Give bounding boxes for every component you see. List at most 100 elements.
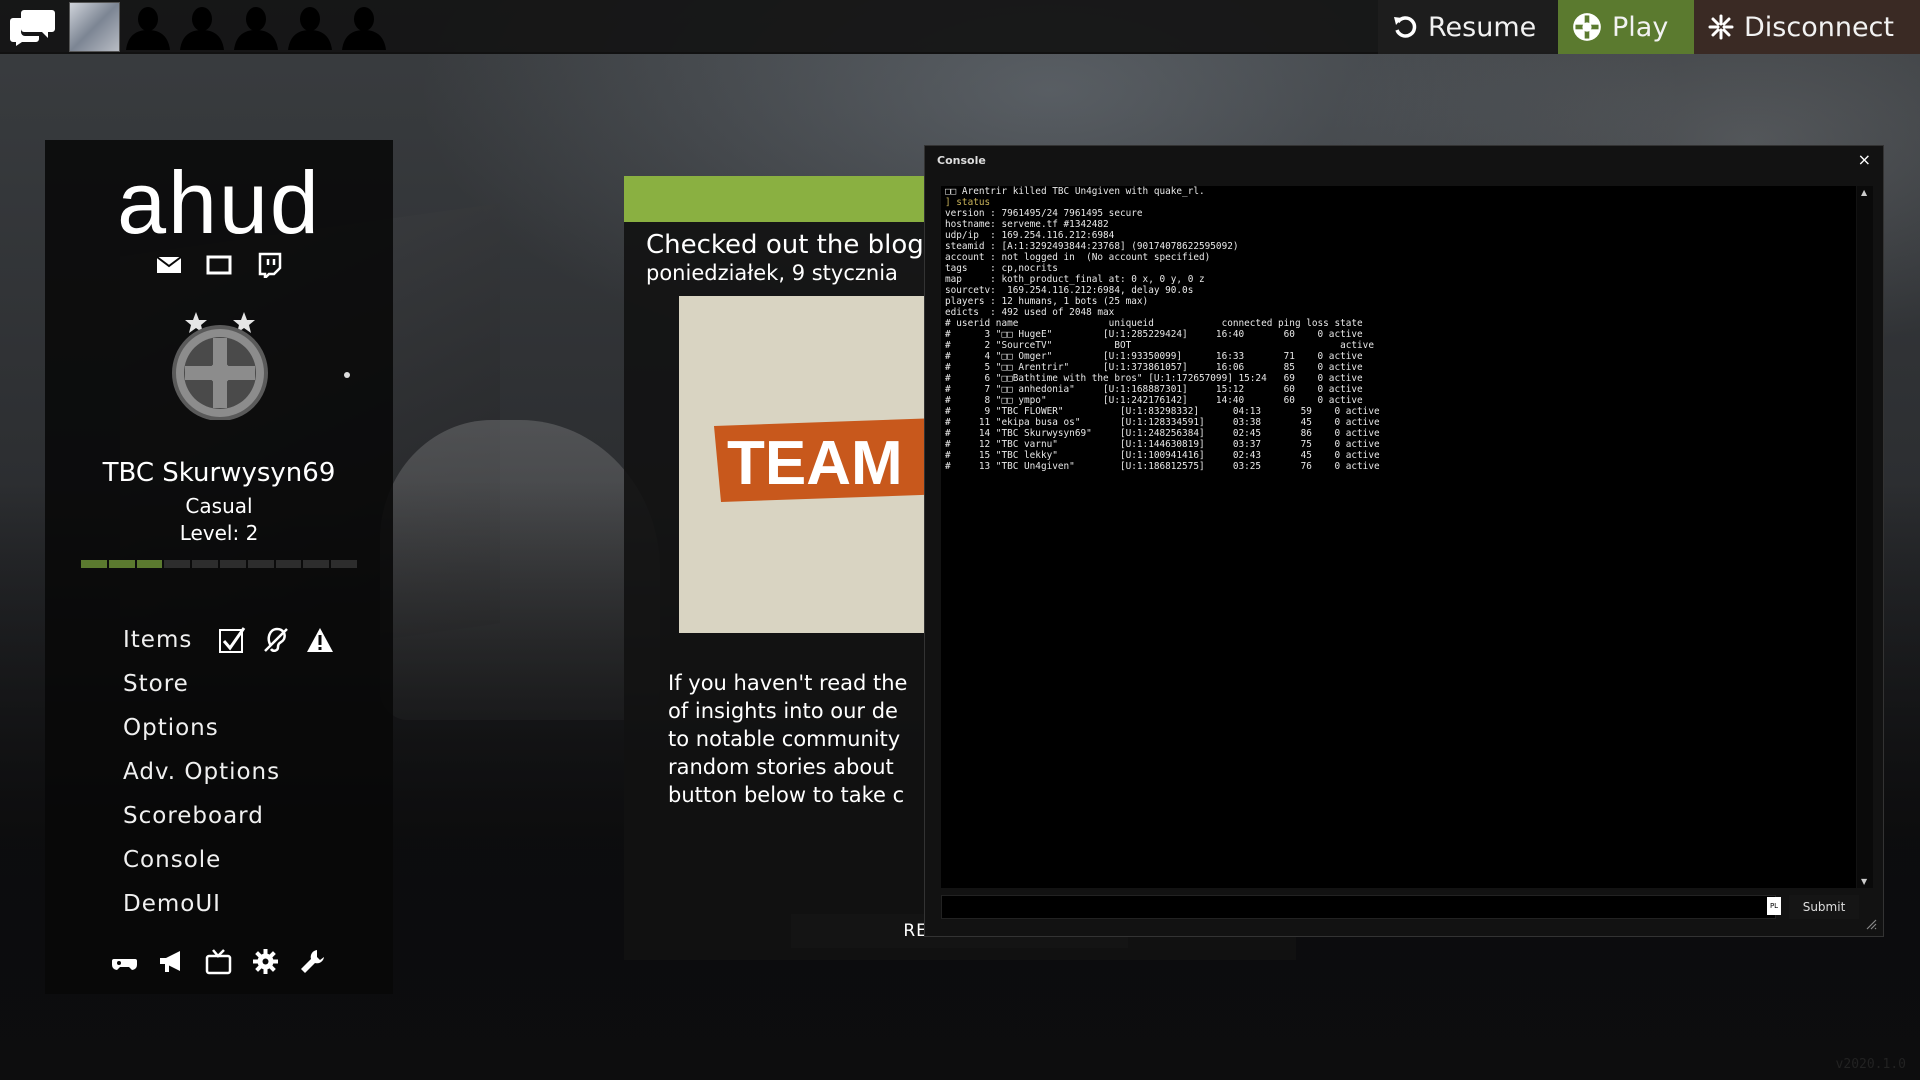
wrench-icon[interactable] [299, 948, 326, 975]
bottom-toolbar [111, 948, 326, 975]
console-line: □□ Arentrir killed TBC Un4given with qua… [945, 186, 1205, 197]
tf2-logo-icon [1573, 13, 1601, 41]
menu-item-items[interactable]: Items [123, 618, 334, 662]
hud-logo: ahud [117, 153, 321, 252]
menu-item-console[interactable]: Console [123, 838, 334, 882]
blog-line: of insights into our de [668, 699, 898, 723]
friend-silhouette-icon[interactable] [178, 4, 226, 50]
console-line: # 7 "□□ anhedonia" [U:1:168887301] 15:12… [945, 384, 1363, 395]
xp-segment [275, 560, 302, 568]
blog-line: random stories about [668, 755, 894, 779]
console-line: # 9 "TBC FLOWER" [U:1:83298332] 04:13 59… [945, 406, 1380, 417]
twitch-icon[interactable] [256, 252, 282, 282]
console-line: # 2 "SourceTV" BOT active [945, 340, 1374, 351]
xp-segment [81, 560, 107, 568]
gear-icon[interactable] [252, 948, 279, 975]
main-menu-panel: ahud TBC Skurwysyn69 Casual Level: 2 Ite… [45, 140, 393, 994]
xp-segment [192, 560, 218, 568]
console-title: Console [937, 154, 986, 167]
console-window: Console × □□ Arentrir killed TBC Un4give… [924, 145, 1884, 937]
console-line: # 6 "□□Bathtime with the bros" [U:1:1726… [945, 373, 1363, 384]
friend-silhouette-icon[interactable] [232, 4, 280, 50]
blog-body: If you haven't read the of insights into… [668, 669, 944, 809]
menu-item-store[interactable]: Store [123, 662, 334, 706]
xp-segment [136, 560, 163, 568]
console-line: edicts : 492 used of 2048 max [945, 307, 1115, 318]
xp-segment [303, 560, 330, 568]
friend-silhouette-icon[interactable] [286, 4, 334, 50]
chat-bubbles-icon[interactable] [10, 8, 56, 46]
console-line: players : 12 humans, 1 bots (25 max) [945, 296, 1149, 307]
menu-item-options[interactable]: Options [123, 706, 334, 750]
menu-item-adv-options[interactable]: Adv. Options [123, 750, 334, 794]
player-mode: Casual [185, 494, 253, 518]
close-icon[interactable]: × [1858, 150, 1871, 169]
console-line: # 3 "□□ HugeE" [U:1:285229424] 16:40 60 … [945, 329, 1363, 340]
resize-grip-icon[interactable] [1865, 918, 1877, 930]
console-line: map : koth_product_final at: 0 x, 0 y, 0… [945, 274, 1205, 285]
player-name: TBC Skurwysyn69 [102, 458, 336, 488]
blog-line: button below to take c [668, 783, 905, 807]
console-line: # 5 "□□ Arentrir" [U:1:373861057] 16:06 … [945, 362, 1363, 373]
checkbox-icon[interactable] [218, 626, 246, 654]
console-line: hostname: serveme.tf #1342482 [945, 219, 1109, 230]
console-line: # 4 "□□ Omger" [U:1:93350099] 16:33 71 0… [945, 351, 1363, 362]
main-menu: Items Store Options Adv. Options Scorebo… [123, 618, 334, 926]
monitor-icon[interactable] [206, 252, 232, 278]
disconnect-label: Disconnect [1744, 11, 1894, 43]
disconnect-button[interactable]: Disconnect [1694, 0, 1920, 54]
menu-item-label: Adv. Options [123, 759, 281, 785]
blog-line: If you haven't read the [668, 671, 908, 695]
menu-item-label: Console [123, 847, 222, 873]
console-output[interactable]: □□ Arentrir killed TBC Un4given with qua… [941, 186, 1856, 888]
player-avatar[interactable] [69, 2, 120, 52]
tv-icon[interactable] [205, 948, 232, 975]
console-line: version : 7961495/24 7961495 secure [945, 208, 1143, 219]
no-hearing-icon[interactable] [262, 626, 290, 654]
xp-segment [108, 560, 135, 568]
megaphone-icon[interactable] [158, 948, 185, 975]
version-text: v2020.1.0 [1835, 1057, 1906, 1072]
console-line: account : not logged in (No account spec… [945, 252, 1211, 263]
menu-item-scoreboard[interactable]: Scoreboard [123, 794, 334, 838]
console-line: tags : cp,nocrits [945, 263, 1058, 274]
resume-icon [1394, 16, 1417, 38]
menu-item-demoui[interactable]: DemoUI [123, 882, 334, 926]
console-line: # 11 "ekipa busa os" [U:1:128334591] 03:… [945, 417, 1380, 428]
scroll-up-icon[interactable]: ▲ [1861, 188, 1867, 197]
xp-segment [219, 560, 246, 568]
xp-segment [331, 560, 357, 568]
friend-silhouette-icon[interactable] [124, 4, 172, 50]
language-badge: PL [1767, 897, 1781, 915]
blog-title: Checked out the blog [646, 230, 924, 260]
controller-icon[interactable] [111, 948, 138, 975]
disconnect-icon [1708, 14, 1734, 40]
console-line: # 15 "TBC lekky" [U:1:100941416] 02:43 4… [945, 450, 1380, 461]
menu-item-label: Scoreboard [123, 803, 264, 829]
blog-line: to notable community [668, 727, 901, 751]
menu-item-label: Store [123, 671, 189, 697]
console-line: udp/ip : 169.254.116.212:6984 [945, 230, 1115, 241]
player-level: Level: 2 [179, 521, 259, 545]
console-line: # 14 "TBC Skurwysyn69" [U:1:248256384] 0… [945, 428, 1380, 439]
play-button[interactable]: Play [1558, 0, 1694, 54]
console-line: sourcetv: 169.254.116.212:6984, delay 90… [945, 285, 1194, 296]
console-line: # 8 "□□ ympo" [U:1:242176142] 14:40 60 0… [945, 395, 1363, 406]
resume-label: Resume [1428, 11, 1537, 43]
play-label: Play [1612, 11, 1669, 43]
blog-date: poniedziałek, 9 stycznia [646, 261, 898, 285]
submit-button[interactable]: Submit [1789, 895, 1859, 919]
menu-item-label: Options [123, 715, 219, 741]
console-scrollbar[interactable]: ▲ ▼ [1857, 186, 1873, 888]
scroll-down-icon[interactable]: ▼ [1861, 877, 1867, 886]
console-line: steamid : [A:1:3292493844:23768] (901740… [945, 241, 1239, 252]
menu-item-label: DemoUI [123, 891, 221, 917]
console-input[interactable] [941, 895, 1776, 919]
resume-button[interactable]: Resume [1378, 0, 1558, 54]
top-bar: Resume Play Disconnect [0, 0, 1920, 54]
console-line: ] status [945, 197, 991, 208]
mail-icon[interactable] [156, 252, 182, 278]
friend-silhouette-icon[interactable] [340, 4, 388, 50]
tf2-emblem-icon [172, 312, 268, 420]
warning-icon[interactable] [306, 626, 334, 654]
